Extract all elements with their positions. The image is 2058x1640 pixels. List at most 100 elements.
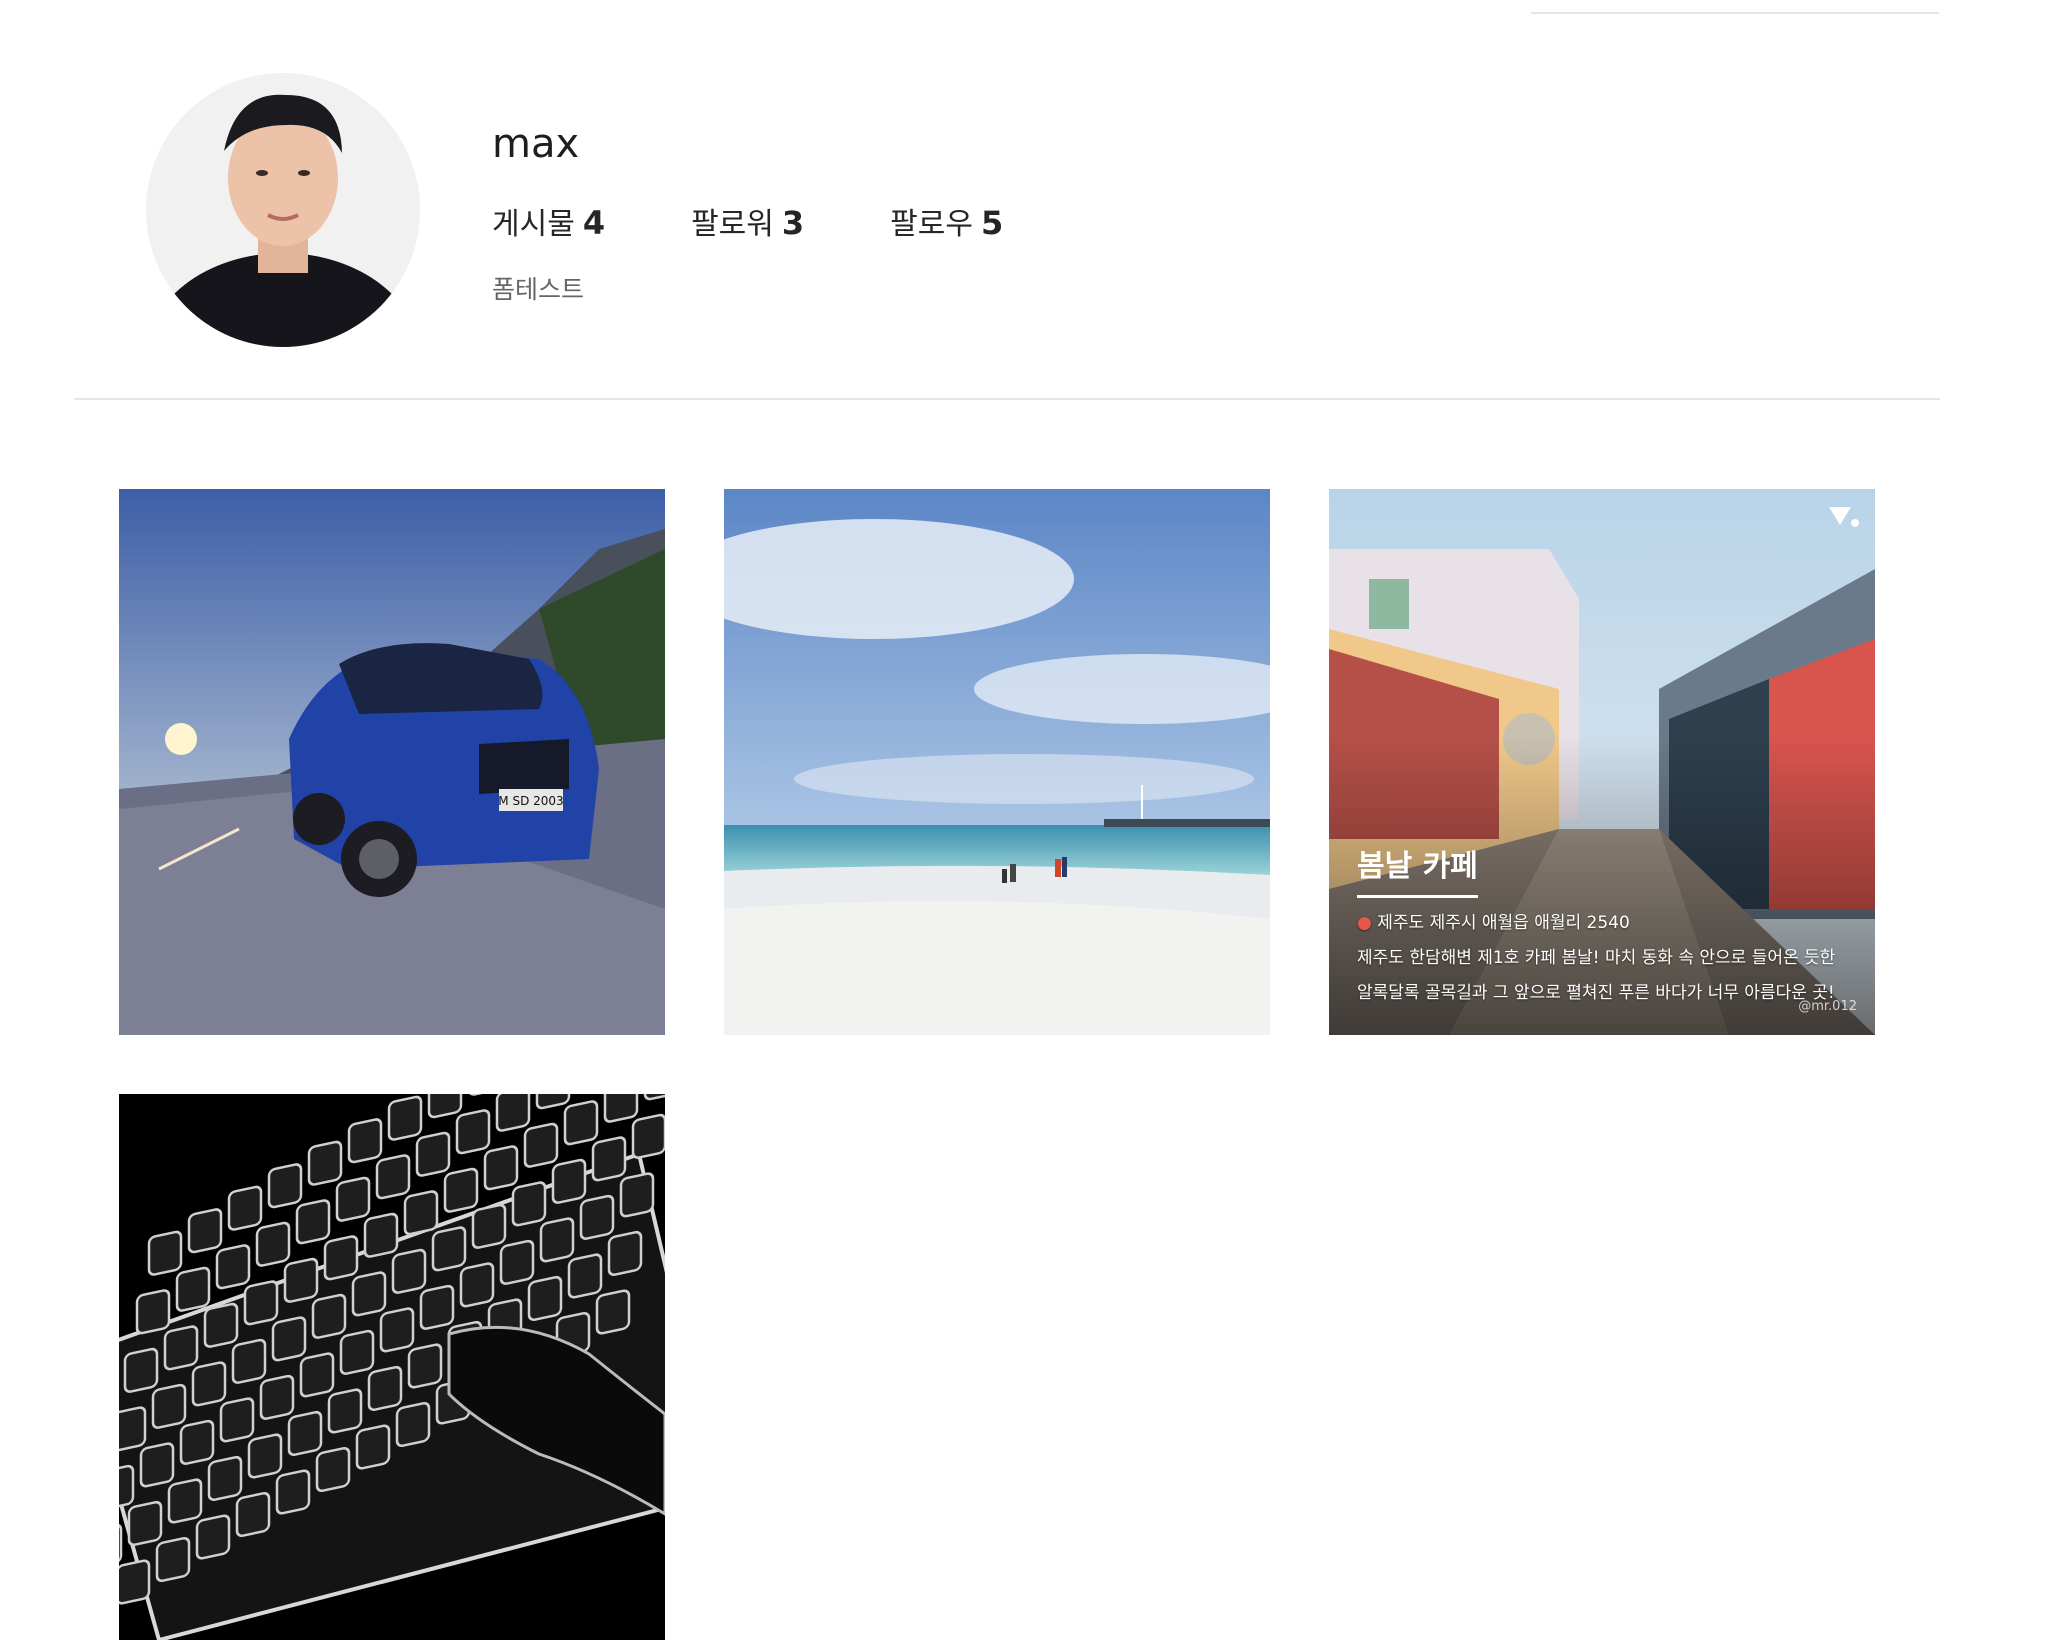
keyboard-key (259, 1374, 295, 1420)
keyboard-key (419, 1284, 455, 1330)
keyboard-key (499, 1239, 535, 1285)
keyboard-key (339, 1329, 375, 1375)
keyboard-key (147, 1230, 183, 1276)
keyboard-key (379, 1307, 415, 1353)
keyboard-key (539, 1217, 575, 1263)
post-thumbnail-car[interactable]: M SD 2003 (119, 489, 665, 1035)
keyboard-key (607, 1230, 643, 1276)
license-plate: M SD 2003 (498, 794, 563, 808)
keyboard-key (119, 1464, 135, 1510)
keyboard-key (299, 1352, 335, 1398)
keyboard-key (595, 1289, 631, 1335)
keyboard-key (207, 1455, 243, 1502)
keyboard-key (495, 1094, 531, 1132)
keyboard-key (523, 1122, 559, 1168)
keyboard-key (163, 1325, 199, 1371)
keyboard-key (275, 1469, 311, 1515)
keyboard-key (459, 1262, 495, 1308)
post-thumbnail-beach[interactable] (724, 489, 1270, 1035)
top-divider (1531, 12, 1939, 14)
post-thumbnail-keyboard[interactable] (119, 1094, 665, 1640)
keyboard-key (167, 1478, 203, 1524)
post-thumbnail-cafe[interactable]: 봄날 카페 ● 제주도 제주시 애월읍 애월리 2540 제주도 한담해변 제1… (1329, 489, 1875, 1035)
location-pin-icon: ● (1357, 913, 1372, 933)
stat-followers-count: 3 (781, 204, 805, 242)
keyboard-key (567, 1253, 603, 1299)
username: max (492, 121, 580, 167)
keyboard-key (175, 1266, 211, 1312)
stat-following[interactable]: 팔로우 5 (890, 199, 1003, 243)
keyboard-key (119, 1559, 151, 1605)
keyboard-key (579, 1194, 615, 1240)
keyboard-key (347, 1118, 383, 1164)
keyboard-key (483, 1145, 519, 1191)
keyboard-key (139, 1442, 175, 1488)
keyboard-key (255, 1221, 291, 1267)
car-image: M SD 2003 (119, 489, 665, 1035)
stat-following-count: 5 (980, 204, 1004, 242)
keyboard-key (355, 1424, 391, 1470)
keyboard-key (387, 1095, 423, 1141)
keyboard-key (267, 1163, 303, 1209)
keyboard-key (511, 1181, 547, 1227)
stat-posts-label: 게시물 (492, 207, 575, 242)
keyboard-key (415, 1131, 451, 1177)
keyboard-key (219, 1397, 255, 1443)
keyboard-key (375, 1154, 411, 1200)
keyboard-key (155, 1536, 191, 1583)
keyboard-key (407, 1343, 443, 1389)
keyboard-key (195, 1514, 231, 1560)
keyboard-key (187, 1208, 223, 1254)
keyboard-key (455, 1109, 491, 1155)
keyboard-key (179, 1419, 215, 1465)
keyboard-key (551, 1158, 587, 1204)
keyboard-key (191, 1361, 227, 1407)
profile-divider (74, 398, 1940, 400)
keyboard-key (363, 1212, 399, 1258)
keyboard-key (295, 1199, 331, 1245)
cafe-credit: @mr.012 (1798, 999, 1857, 1014)
keyboard-key (335, 1176, 371, 1222)
keyboard-key (323, 1235, 359, 1281)
keyboard-key (235, 1491, 271, 1538)
keyboard-key (307, 1140, 343, 1186)
keyboard-key (391, 1248, 427, 1294)
keyboard-key (203, 1302, 239, 1348)
keyboard-key (123, 1347, 159, 1393)
beach-image (724, 489, 1270, 1035)
keyboard-key (215, 1244, 251, 1290)
keyboard-key (631, 1113, 665, 1159)
keyboard-key (315, 1446, 351, 1493)
keyboard-key (231, 1338, 267, 1384)
stat-followers[interactable]: 팔로워 3 (691, 199, 804, 243)
keyboard-image (119, 1094, 665, 1640)
keyboard-key (591, 1136, 627, 1182)
keyboard-key (471, 1203, 507, 1249)
cafe-caption-overlay: 봄날 카페 ● 제주도 제주시 애월읍 애월리 2540 제주도 한담해변 제1… (1357, 841, 1857, 1003)
cafe-address: ● 제주도 제주시 애월읍 애월리 2540 (1357, 908, 1857, 933)
profile-stats: 게시물 4 팔로워 3 팔로우 5 (492, 197, 1089, 245)
keyboard-key (327, 1388, 363, 1434)
keyboard-key (119, 1406, 147, 1452)
stat-following-label: 팔로우 (890, 207, 973, 242)
keyboard-key (351, 1271, 387, 1317)
keyboard-key (431, 1226, 467, 1272)
keyboard-key (271, 1316, 307, 1362)
keyboard-key (283, 1257, 319, 1303)
cafe-address-text: 제주도 제주시 애월읍 애월리 2540 (1377, 913, 1630, 933)
keyboard-key (367, 1365, 403, 1411)
cafe-description-line-1: 제주도 한담해변 제1호 카페 봄날! 마치 동화 속 안으로 들어온 듯한 (1357, 948, 1836, 968)
keyboard-key (403, 1190, 439, 1236)
posts-grid: M SD 2003 봄날 카페 ● 제주도 제주시 애월읍 애월리 2540 제… (119, 489, 1875, 1640)
stat-followers-label: 팔로워 (691, 207, 774, 242)
profile-bio: 폼테스트 (492, 275, 585, 304)
stat-posts: 게시물 4 (492, 199, 605, 243)
keyboard-key (127, 1500, 163, 1547)
keyboard-key (527, 1275, 563, 1321)
keyboard-key (227, 1185, 263, 1231)
avatar[interactable] (146, 73, 420, 347)
keyboard-key (287, 1410, 323, 1457)
keyboard-key (247, 1433, 283, 1479)
cafe-description-line-2: 알록달록 골목길과 그 앞으로 펼쳐진 푸른 바다가 너무 아름다운 곳! (1357, 983, 1835, 1003)
keyboard-key (395, 1401, 431, 1448)
